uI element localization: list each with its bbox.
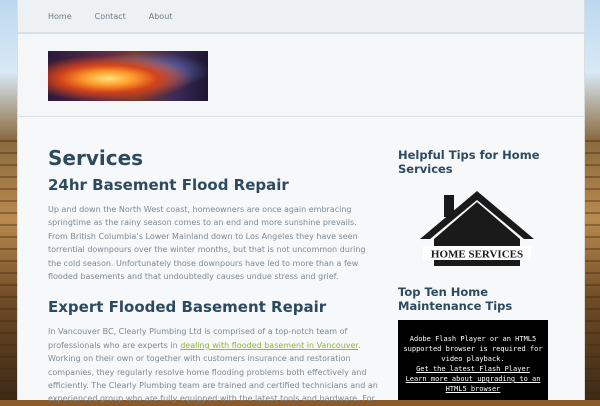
section-text-flood-repair: Up and down the North West coast, homeow…	[48, 205, 366, 282]
get-flash-player-link[interactable]: Get the latest Flash Player	[402, 364, 544, 374]
main-column: Services 24hr Basement Flood Repair Up a…	[48, 146, 378, 406]
section-heading-flood-repair: 24hr Basement Flood Repair	[48, 176, 289, 194]
widget-title-maintenance-tips: Top Ten Home Maintenance Tips	[398, 285, 513, 313]
sidebar: Helpful Tips for Home Services HOME SERV…	[398, 148, 558, 400]
section-text-expert-repair: In Vancouver BC, Clearly Plumbing Ltd is…	[48, 325, 378, 405]
section-heading-expert-repair: Expert Flooded Basement Repair	[48, 298, 327, 317]
nav-home-link[interactable]: Home	[48, 12, 72, 21]
widget-title-helpful-tips: Helpful Tips for Home Services	[398, 148, 540, 176]
upgrade-html5-link[interactable]: Learn more about upgrading to an HTML5 b…	[402, 374, 544, 394]
text-after-link: . Working on their own or together with …	[48, 340, 378, 404]
page-container: Home Contact About Services 24hr Basemen…	[17, 0, 585, 403]
page-title: Services	[48, 146, 144, 170]
nav-about-link[interactable]: About	[149, 12, 173, 21]
home-services-label: HOME SERVICES	[431, 249, 523, 261]
site-header	[18, 34, 584, 119]
top-navigation: Home Contact About	[18, 0, 584, 34]
home-services-house-icon[interactable]: HOME SERVICES	[418, 189, 536, 269]
flash-required-message: Adobe Flash Player or an HTML5 supported…	[403, 335, 543, 363]
flooded-basement-link[interactable]: dealing with flooded basement in Vancouv…	[180, 341, 358, 350]
video-player-placeholder[interactable]: Adobe Flash Player or an HTML5 supported…	[398, 320, 548, 400]
site-logo-banner[interactable]	[48, 51, 208, 101]
nav-contact-link[interactable]: Contact	[95, 12, 126, 21]
content-area: Services 24hr Basement Flood Repair Up a…	[18, 117, 584, 403]
